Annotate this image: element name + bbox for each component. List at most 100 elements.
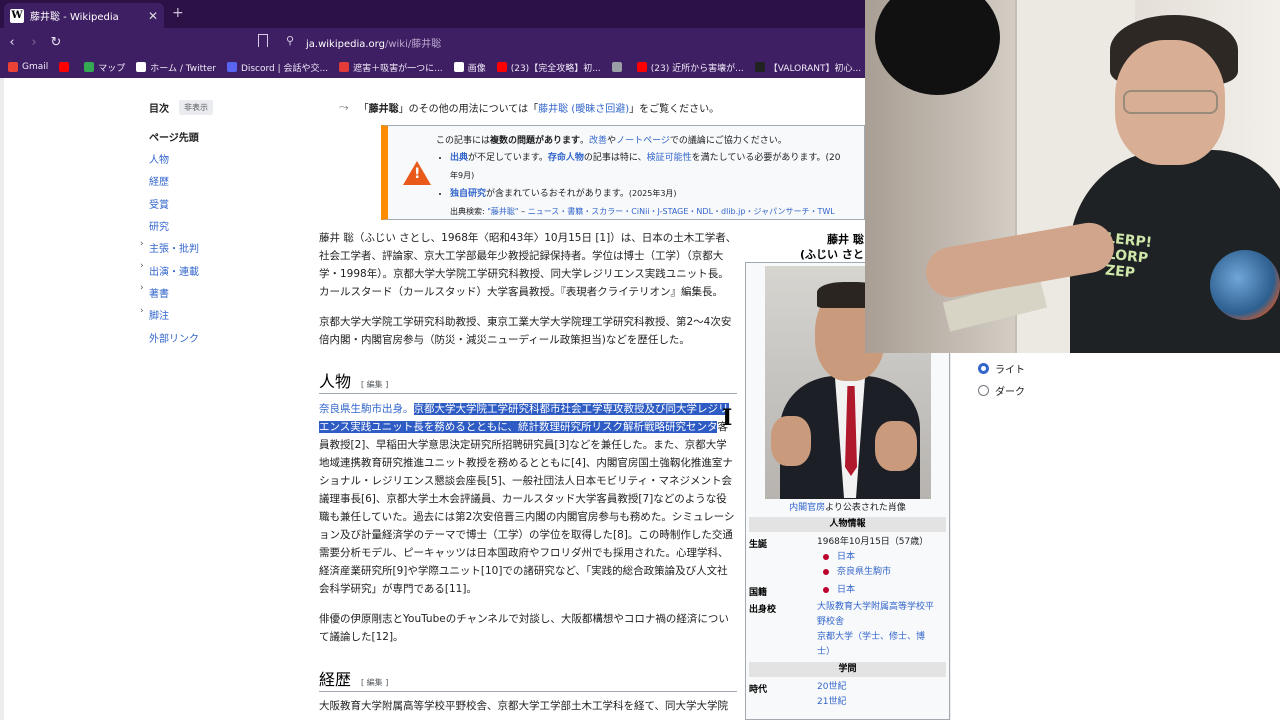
heading-divider bbox=[319, 691, 737, 692]
disambiguation-link[interactable]: 藤井聡 (曖昧さ回避) bbox=[538, 100, 629, 115]
bookmark-item[interactable]: (23) 近所から害壊が... bbox=[636, 61, 744, 74]
notice-date: 年9月) bbox=[450, 171, 475, 180]
section-title: 経歴 bbox=[319, 670, 352, 689]
notice-bold: 複数の問題があります bbox=[490, 136, 581, 146]
hatnote: ⤳ 「藤井聡 」のその他の用法については「 藤井聡 (曖昧さ回避) 」をご覧ください。 bbox=[319, 100, 739, 115]
edit-section-link[interactable]: [ 編集 ] bbox=[361, 380, 388, 389]
hatnote-name: 藤井聡 bbox=[368, 104, 399, 115]
url-host: ja.wikipedia.org bbox=[306, 39, 385, 50]
notice-text: や bbox=[607, 136, 617, 146]
toc-expand-icon[interactable]: › bbox=[140, 261, 144, 271]
infobox-section-person: 人物情報 bbox=[749, 517, 946, 532]
nationality-link[interactable]: 日本 bbox=[837, 585, 855, 595]
address-bar[interactable]: ja.wikipedia.org/wiki/藤井聡 bbox=[306, 35, 441, 50]
edit-section-link[interactable]: [ 編集 ] bbox=[361, 678, 388, 687]
bookmark-item[interactable]: マップ bbox=[84, 61, 125, 74]
radio-icon[interactable] bbox=[978, 385, 989, 396]
close-tab-icon[interactable]: ✕ bbox=[148, 9, 158, 23]
alma-mater-label: 出身校 bbox=[749, 605, 777, 615]
talk-page-link[interactable]: ノートページ bbox=[616, 136, 670, 146]
toc-item-person[interactable]: 人物 bbox=[149, 151, 169, 166]
original-research-link[interactable]: 独自研究 bbox=[450, 189, 486, 199]
toc-item-appearances[interactable]: 出演・連載 bbox=[149, 263, 199, 278]
toc-item-career[interactable]: 経歴 bbox=[149, 173, 169, 188]
bookmark-favicon-icon bbox=[226, 62, 237, 72]
hatnote-prefix: 「 bbox=[358, 104, 369, 115]
born-city: 奈良県生駒市 bbox=[817, 565, 891, 580]
bookmark-label: ホーム / Twitter bbox=[150, 63, 216, 74]
back-icon[interactable]: ‹ bbox=[2, 35, 22, 50]
living-persons-link[interactable]: 存命人物 bbox=[548, 153, 584, 163]
notice-text: の記事は特に、 bbox=[583, 153, 647, 163]
school-link[interactable]: 士） bbox=[817, 647, 835, 657]
bookmark-favicon-icon bbox=[754, 62, 765, 72]
forward-icon[interactable]: › bbox=[24, 35, 44, 50]
source-search-links[interactable]: ニュース・書籍・スカラー・CiNii・J-STAGE・NDL・dlib.jp・ジ… bbox=[528, 207, 835, 216]
bookmark-label: Gmail bbox=[22, 62, 49, 72]
person-paragraph-2: 俳優の伊原剛志とYouTubeのチャンネルで対談し、大阪都構想やコロナ禍の経済に… bbox=[319, 613, 729, 643]
school-link[interactable]: 京都大学（学士、修士、博 bbox=[817, 632, 925, 642]
bookmark-item[interactable]: ホーム / Twitter bbox=[136, 61, 216, 74]
era-link[interactable]: 20世紀 bbox=[817, 682, 846, 692]
era-link[interactable]: 21世紀 bbox=[817, 697, 846, 707]
bookmark-label: 遮害＋吸害が一つに... bbox=[353, 63, 443, 74]
toc-item-top[interactable]: ページ先頭 bbox=[149, 129, 199, 144]
source-search-label: 出典検索 bbox=[450, 207, 482, 216]
toc-item-notes[interactable]: 脚注 bbox=[149, 307, 169, 322]
toc-expand-icon[interactable]: › bbox=[140, 239, 144, 249]
site-info-icon[interactable]: ⚲ bbox=[286, 34, 294, 47]
caption-link[interactable]: 内閣官房 bbox=[789, 503, 825, 513]
toc-item-awards[interactable]: 受賞 bbox=[149, 196, 169, 211]
theme-dark-label: ダーク bbox=[995, 387, 1025, 398]
theme-dark-option[interactable]: ダーク bbox=[978, 383, 1025, 398]
bookmark-item[interactable]: 遮害＋吸害が一つに... bbox=[339, 61, 443, 74]
notice-date: (2025年3月) bbox=[628, 189, 677, 198]
school-link[interactable]: 大阪教育大学附属高等学校平 bbox=[817, 602, 934, 612]
url-path: /wiki/藤井聡 bbox=[384, 39, 442, 50]
toc-item-research[interactable]: 研究 bbox=[149, 218, 169, 233]
bookmark-item[interactable]: Discord | 会話や交... bbox=[226, 61, 328, 74]
school-link[interactable]: 野校舎 bbox=[817, 617, 844, 627]
heading-divider bbox=[319, 393, 737, 394]
born-city-link[interactable]: 奈良県生駒市 bbox=[837, 567, 891, 577]
bookmark-item[interactable] bbox=[59, 62, 73, 72]
toc-item-books[interactable]: 著書 bbox=[149, 285, 169, 300]
born-label: 生誕 bbox=[749, 540, 768, 550]
hatnote-middle: 」のその他の用法については「 bbox=[398, 104, 539, 115]
bookmark-item[interactable]: (23)【完全攻略】初... bbox=[496, 61, 601, 74]
notice-text: が不足しています。 bbox=[468, 153, 548, 163]
new-tab-icon[interactable]: + bbox=[172, 5, 184, 21]
source-search-query[interactable]: "藤井聡" bbox=[487, 207, 518, 216]
verifiability-link[interactable]: 検証可能性 bbox=[647, 153, 692, 163]
improve-link[interactable]: 改善 bbox=[589, 136, 607, 146]
bookmark-item[interactable] bbox=[611, 62, 626, 72]
theme-light-option[interactable]: ライト bbox=[978, 361, 1025, 376]
bookmark-item[interactable]: Gmail bbox=[8, 62, 48, 72]
toc-item-external-links[interactable]: 外部リンク bbox=[149, 330, 199, 345]
bookmark-item[interactable]: 画像 bbox=[453, 61, 486, 74]
reload-icon[interactable]: ↻ bbox=[46, 35, 66, 50]
sources-link[interactable]: 出典 bbox=[450, 153, 468, 163]
lead-paragraph-1: 藤井 聡（ふじい さとし、1968年〈昭和43年〉10月15日 [1]）は、日本… bbox=[319, 232, 737, 298]
person-text[interactable]: 奈良県生駒市出身。 bbox=[319, 403, 414, 415]
born-country-link[interactable]: 日本 bbox=[837, 552, 855, 562]
toc-item-claims[interactable]: 主張・批判 bbox=[149, 240, 199, 255]
bookmark-favicon-icon bbox=[611, 62, 622, 72]
bookmark-favicon-icon bbox=[339, 62, 350, 72]
wikipedia-favicon-icon: W bbox=[10, 8, 24, 23]
theme-light-label: ライト bbox=[995, 365, 1025, 376]
toc-hide-button[interactable]: 非表示 bbox=[179, 99, 213, 115]
browser-tab[interactable]: W 藤井聡 - Wikipedia ✕ bbox=[4, 3, 164, 28]
toc-expand-icon[interactable]: › bbox=[140, 306, 144, 316]
career-paragraph-1: 大阪教育大学附属高等学校平野校舎、京都大学工学部土木工学科を経て、同大学大学院 bbox=[319, 700, 728, 712]
bookmark-icon[interactable] bbox=[258, 34, 268, 47]
alma-mater-3: 京都大学（学士、修士、博 bbox=[817, 630, 925, 645]
nationality-value: 日本 bbox=[817, 583, 855, 598]
notice-text: 。 bbox=[580, 136, 590, 146]
radio-selected-icon[interactable] bbox=[978, 363, 989, 374]
table-of-contents: 目次 非表示 ページ先頭 人物 経歴 受賞 研究 › 主張・批判 › 出演・連載… bbox=[140, 99, 294, 345]
toc-expand-icon[interactable]: › bbox=[140, 283, 144, 293]
nationality-label: 国籍 bbox=[749, 588, 768, 598]
bookmark-favicon-icon bbox=[636, 62, 647, 72]
bookmark-item[interactable]: 【VALORANT】初心... bbox=[754, 61, 861, 74]
